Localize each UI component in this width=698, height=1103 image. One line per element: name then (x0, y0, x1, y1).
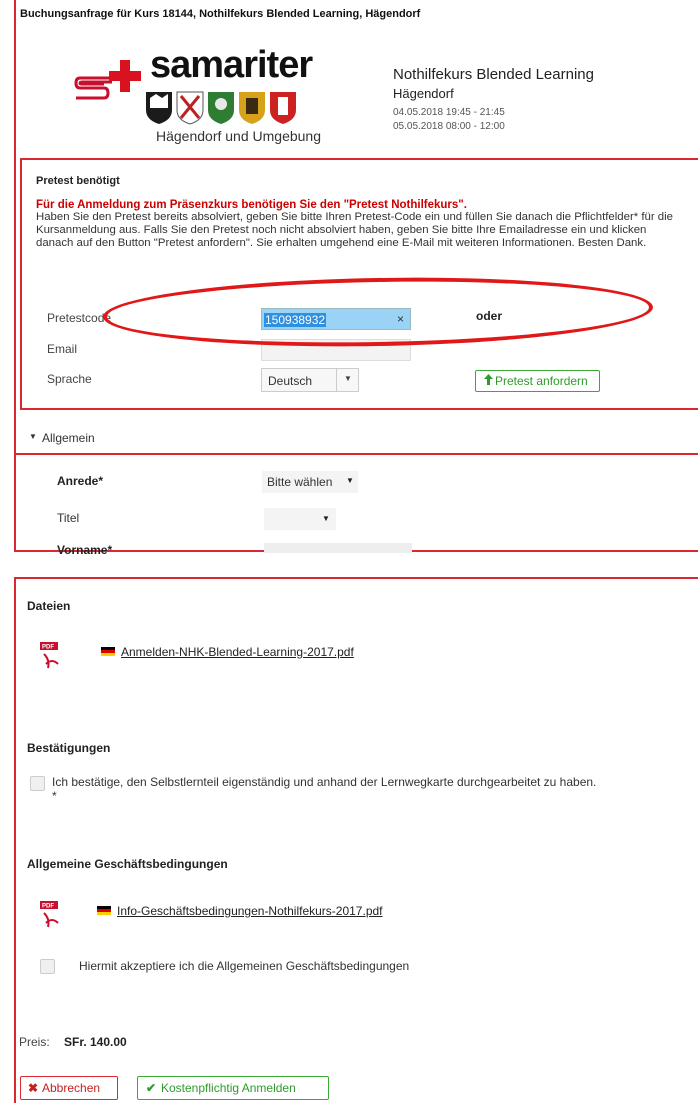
request-pretest-label: Pretest anfordern (495, 374, 588, 388)
confirmations-heading: Bestätigungen (27, 741, 111, 755)
caret-down-icon: ▼ (322, 514, 330, 523)
course-place: Hägendorf (393, 86, 454, 101)
section-divider (14, 453, 698, 455)
svg-text:PDF: PDF (42, 904, 54, 910)
title-select[interactable]: ▼ (264, 508, 336, 530)
file-link[interactable]: Anmelden-NHK-Blended-Learning-2017.pdf (121, 645, 354, 659)
confirm-text: Ich bestätige, den Selbstlernteil eigens… (52, 775, 597, 789)
caret-down-icon[interactable]: ▼ (29, 432, 37, 441)
confirm-checkbox[interactable] (30, 776, 45, 791)
firstname-input[interactable] (264, 543, 412, 553)
pdf-file-icon: PDF (40, 901, 62, 929)
cancel-button[interactable]: ✖ Abbrechen (20, 1076, 118, 1100)
logo-wordmark: samariter (150, 44, 313, 86)
language-label: Sprache (47, 372, 92, 386)
terms-file-link[interactable]: Info-Geschäftsbedingungen-Nothilfekurs-2… (117, 904, 383, 918)
email-label: Email (47, 342, 78, 356)
required-mark: * (52, 789, 57, 803)
course-name: Nothilfekurs Blended Learning (393, 66, 594, 83)
submit-button[interactable]: ✔ Kostenpflichtig Anmelden (137, 1076, 329, 1100)
samariter-logo: samariter Hägendorf und Umgebung (74, 44, 336, 148)
salutation-label: Anrede* (57, 474, 104, 488)
firstname-label: Vorname* (57, 543, 113, 557)
salutation-select[interactable]: Bitte wählen ▼ (262, 471, 358, 493)
caret-down-icon: ▼ (344, 374, 352, 383)
select-separator (336, 369, 337, 391)
checkmark-icon: ✔ (146, 1081, 157, 1095)
upload-arrow-icon (484, 374, 493, 388)
language-value: Deutsch (268, 374, 313, 388)
terms-heading: Allgemeine Geschäftsbedingungen (27, 857, 228, 871)
price-label: Preis: (19, 1035, 50, 1049)
svg-text:PDF: PDF (42, 645, 54, 651)
german-flag-icon (101, 647, 115, 656)
title-label: Titel (57, 511, 80, 525)
files-heading: Dateien (27, 599, 71, 613)
request-pretest-button[interactable]: Pretest anfordern (475, 370, 600, 392)
booking-summary-panel (14, 577, 698, 1103)
section-allgemein[interactable]: Allgemein (42, 431, 95, 445)
course-date: 05.05.2018 08:00 - 12:00 (393, 121, 505, 132)
course-date: 04.05.2018 19:45 - 21:45 (393, 107, 505, 118)
page-title: Buchungsanfrage für Kurs 18144, Nothilfe… (20, 8, 421, 20)
price-value: SFr. 140.00 (64, 1035, 127, 1049)
pretestcode-label: Pretestcode (47, 311, 112, 325)
accept-terms-checkbox[interactable] (40, 959, 55, 974)
pretest-heading: Pretest benötigt (36, 175, 120, 187)
pretest-notice: Für die Anmeldung zum Präsenzkurs benöti… (36, 199, 467, 211)
cross-icon: ✖ (28, 1081, 39, 1095)
pretest-description: Haben Sie den Pretest bereits absolviert… (36, 211, 673, 249)
logo-subline: Hägendorf und Umgebung (156, 128, 322, 144)
language-select[interactable]: Deutsch ▼ (261, 368, 359, 392)
german-flag-icon (97, 906, 111, 915)
salutation-value: Bitte wählen (267, 475, 333, 489)
caret-down-icon: ▼ (346, 476, 354, 485)
pdf-file-icon: PDF (40, 642, 62, 670)
accept-terms-text: Hiermit akzeptiere ich die Allgemeinen G… (79, 959, 410, 973)
submit-label: Kostenpflichtig Anmelden (161, 1081, 296, 1095)
cancel-label: Abbrechen (42, 1081, 101, 1095)
